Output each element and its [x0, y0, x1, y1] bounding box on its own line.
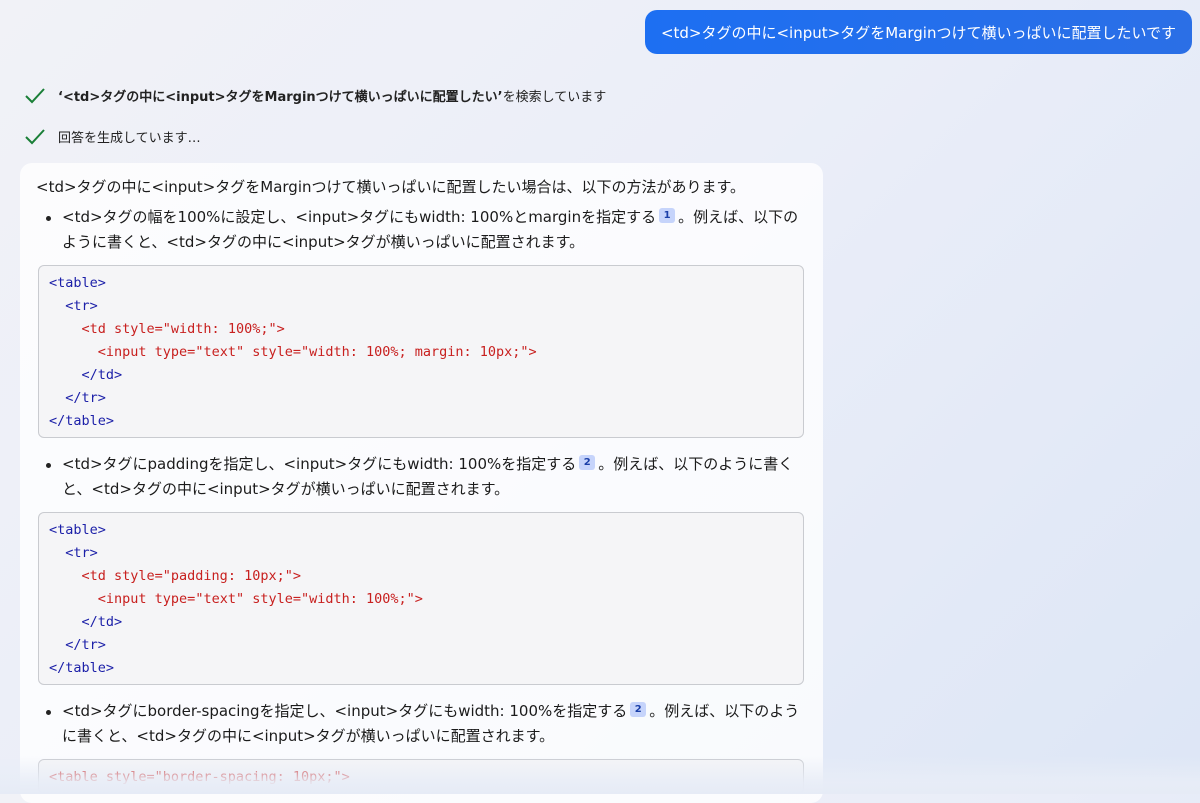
code-line: </tr> [49, 634, 793, 657]
code-line: <td style="padding: 10px;"> [49, 565, 793, 588]
code-token: <tr> [65, 298, 98, 314]
code-token: </table> [49, 660, 115, 676]
code-line: <td style="width: 100%;"> [49, 318, 793, 341]
search-query-text: ‘<td>タグの中に<input>タグをMarginつけて横いっぱいに配置したい… [58, 90, 503, 105]
citation-link[interactable]: 1 [659, 208, 676, 223]
item-text: <td>タグの幅を100%に設定し、<input>タグにもwidth: 100%… [62, 208, 657, 226]
generating-text: 回答を生成しています… [58, 131, 201, 146]
code-token: </table> [49, 413, 115, 429]
citation-link[interactable]: 2 [579, 455, 596, 470]
answer-card: <td>タグの中に<input>タグをMarginつけて横いっぱいに配置したい場… [20, 163, 823, 803]
status-searching: ‘<td>タグの中に<input>タグをMarginつけて横いっぱいに配置したい… [24, 86, 606, 105]
code-line: <input type="text" style="width: 100%;"> [49, 588, 793, 611]
answer-list-item: <td>タグにborder-spacingを指定し、<input>タグにもwid… [36, 699, 807, 749]
code-token: <input type="text" style="width: 100%;"> [97, 591, 423, 607]
code-line: </td> [49, 611, 793, 634]
code-token: <table style="border-spacing: 10px;"> [49, 769, 350, 785]
code-block[interactable]: <table> <tr> <td style="padding: 10px;">… [38, 512, 804, 685]
checkmark-icon [25, 128, 45, 144]
code-token: </tr> [65, 637, 106, 653]
code-line: </td> [49, 364, 793, 387]
item-text: <td>タグにborder-spacingを指定し、<input>タグにもwid… [62, 702, 628, 720]
code-token: <tr> [65, 545, 98, 561]
item-text: <td>タグにpaddingを指定し、<input>タグにもwidth: 100… [62, 455, 577, 473]
code-line: </table> [49, 657, 793, 680]
code-line: <table style="border-spacing: 10px;"> [49, 766, 793, 789]
checkmark-icon [25, 87, 45, 103]
answer-list-item: <td>タグにpaddingを指定し、<input>タグにもwidth: 100… [36, 452, 807, 502]
code-line: </table> [49, 410, 793, 433]
code-token: <table> [49, 275, 106, 291]
code-token: <td style="width: 100%;"> [81, 321, 285, 337]
answer-intro: <td>タグの中に<input>タグをMarginつけて横いっぱいに配置したい場… [36, 178, 745, 196]
code-token: </td> [81, 367, 123, 383]
code-line: </tr> [49, 387, 793, 410]
code-block[interactable]: <table style="border-spacing: 10px;"> [38, 759, 804, 794]
code-line: <input type="text" style="width: 100%; m… [49, 341, 793, 364]
user-message-bubble: <td>タグの中に<input>タグをMarginつけて横いっぱいに配置したいで… [644, 10, 1192, 54]
user-message-text: <td>タグの中に<input>タグをMarginつけて横いっぱいに配置したいで… [660, 23, 1176, 42]
code-line: <table> [49, 272, 793, 295]
code-token: </tr> [65, 390, 106, 406]
code-block[interactable]: <table> <tr> <td style="width: 100%;"> <… [38, 265, 804, 438]
code-line: <tr> [49, 295, 793, 318]
answer-list-item: <td>タグの幅を100%に設定し、<input>タグにもwidth: 100%… [36, 205, 807, 255]
code-token: </td> [81, 614, 123, 630]
code-token: <input type="text" style="width: 100%; m… [97, 344, 537, 360]
code-line: <table> [49, 519, 793, 542]
status-generating: 回答を生成しています… [24, 127, 201, 146]
citation-link[interactable]: 2 [630, 702, 647, 717]
search-suffix-text: を検索しています [502, 90, 607, 105]
code-token: <td style="padding: 10px;"> [81, 568, 301, 584]
code-token: <table> [49, 522, 106, 538]
code-line: <tr> [49, 542, 793, 565]
